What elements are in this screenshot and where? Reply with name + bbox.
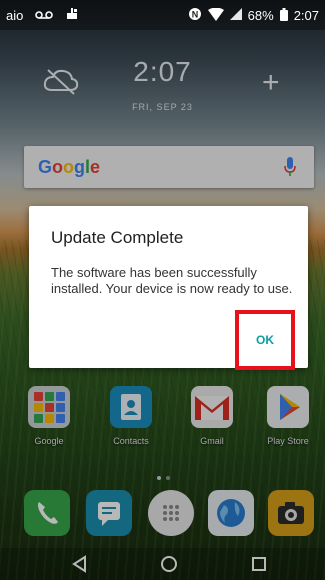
carrier-label: aio (6, 8, 24, 23)
usb-icon (65, 7, 79, 24)
wifi-icon (207, 7, 224, 24)
svg-text:N: N (191, 10, 198, 20)
dialog-message: The software has been successfully insta… (51, 265, 293, 296)
signal-icon (229, 8, 242, 23)
update-complete-dialog: Update Complete The software has been su… (29, 206, 308, 370)
battery-icon (279, 7, 288, 24)
battery-percent: 68% (247, 8, 274, 23)
status-bar: aio N 68% 2:07 (0, 0, 325, 30)
voicemail-icon (35, 8, 54, 23)
dialog-title: Update Complete (51, 228, 184, 247)
nfc-icon: N (188, 7, 202, 24)
ok-button[interactable]: OK (235, 310, 295, 370)
status-time: 2:07 (293, 8, 319, 23)
